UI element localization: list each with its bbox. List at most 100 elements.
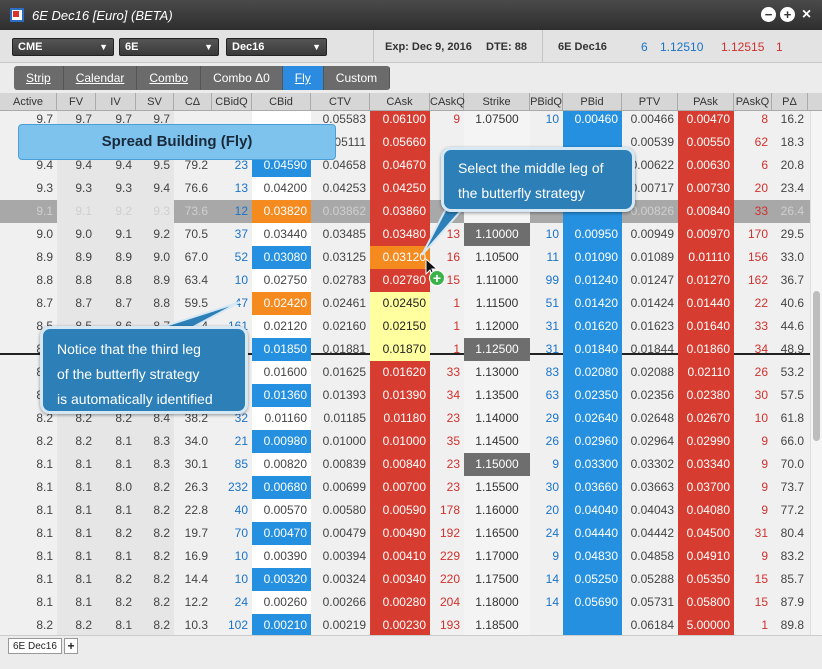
cell-pbidq[interactable]: 63 <box>530 384 563 407</box>
cell-pask[interactable]: 0.05800 <box>678 591 734 614</box>
cell-pbidq[interactable]: 31 <box>530 315 563 338</box>
cell-paskq[interactable]: 9 <box>734 499 772 522</box>
table-row[interactable]: 8.1 8.1 8.2 8.2 19.7 70 0.00470 0.00479 0.00490 1… <box>0 522 822 545</box>
cell-paskq[interactable]: 33 <box>734 200 772 223</box>
table-row[interactable]: 8.1 8.1 8.2 8.2 12.2 24 0.00260 0.00266 0.00280 2… <box>0 591 822 614</box>
cell-pbid[interactable]: 0.03660 <box>563 476 622 499</box>
cell-pbid[interactable] <box>563 614 622 635</box>
cell-pask[interactable]: 0.02990 <box>678 430 734 453</box>
column-header-strike[interactable]: Strike <box>464 93 530 111</box>
tab-combo[interactable]: Combo <box>137 66 202 90</box>
cell-cbid[interactable]: 0.00320 <box>252 568 311 591</box>
column-header-pbid[interactable]: PBid <box>563 93 622 111</box>
cell-caskq[interactable]: 35 <box>430 430 464 453</box>
cell-paskq[interactable]: 8 <box>734 111 772 131</box>
cell-paskq[interactable]: 62 <box>734 131 772 154</box>
add-sheet-button[interactable]: + <box>64 638 78 654</box>
tab-combo-delta-zero[interactable]: Combo Δ0 <box>201 66 283 90</box>
scrollbar-thumb[interactable] <box>813 291 820 441</box>
vertical-scrollbar[interactable] <box>810 111 822 635</box>
cell-paskq[interactable]: 20 <box>734 177 772 200</box>
cell-pask[interactable]: 0.01110 <box>678 246 734 269</box>
cell-pask[interactable]: 0.05350 <box>678 568 734 591</box>
cell-pbid[interactable]: 0.04440 <box>563 522 622 545</box>
cell-paskq[interactable]: 156 <box>734 246 772 269</box>
cell-cask[interactable]: 0.05660 <box>370 131 430 154</box>
cell-paskq[interactable]: 6 <box>734 154 772 177</box>
column-header-ptv[interactable]: PTV <box>622 93 678 111</box>
tab-custom[interactable]: Custom <box>324 66 391 90</box>
cell-pbid[interactable]: 0.03300 <box>563 453 622 476</box>
cell-pbid[interactable]: 0.02960 <box>563 430 622 453</box>
cell-pask[interactable]: 0.04910 <box>678 545 734 568</box>
cell-pask[interactable]: 0.02380 <box>678 384 734 407</box>
cell-pask[interactable]: 5.00000 <box>678 614 734 635</box>
cell-pask[interactable]: 0.00970 <box>678 223 734 246</box>
cell-cbid[interactable]: 0.00470 <box>252 522 311 545</box>
cell-cbid[interactable]: 0.01160 <box>252 407 311 430</box>
cell-pask[interactable]: 0.02110 <box>678 361 734 384</box>
cell-pask[interactable]: 0.03700 <box>678 476 734 499</box>
cell-pbid[interactable]: 0.01090 <box>563 246 622 269</box>
cell-cask[interactable]: 0.00590 <box>370 499 430 522</box>
cell-pbidq[interactable] <box>530 614 563 635</box>
cell-pbid[interactable]: 0.00460 <box>563 111 622 131</box>
underlying-bid-price[interactable]: 1.12510 <box>660 40 703 54</box>
column-header-cbid[interactable]: CBid <box>252 93 311 111</box>
cell-pask[interactable]: 0.01640 <box>678 315 734 338</box>
cell-pbidq[interactable]: 20 <box>530 499 563 522</box>
cell-paskq[interactable]: 9 <box>734 545 772 568</box>
cell-pask[interactable]: 0.03340 <box>678 453 734 476</box>
cell-cbid[interactable]: 0.00260 <box>252 591 311 614</box>
table-row[interactable]: 9.1 9.1 9.2 9.3 73.6 12 0.03820 0.03862 0.03860 0… <box>0 200 822 223</box>
column-header-cdelta[interactable]: CΔ <box>174 93 212 111</box>
cell-pask[interactable]: 0.04080 <box>678 499 734 522</box>
cell-cask[interactable]: 0.01390 <box>370 384 430 407</box>
cell-pask[interactable]: 0.01860 <box>678 338 734 361</box>
cell-cask[interactable]: 0.00490 <box>370 522 430 545</box>
cell-cbid[interactable]: 0.02120 <box>252 315 311 338</box>
cell-pbidq[interactable]: 14 <box>530 568 563 591</box>
cell-paskq[interactable]: 170 <box>734 223 772 246</box>
cell-paskq[interactable]: 15 <box>734 591 772 614</box>
cell-cbid[interactable]: 0.01360 <box>252 384 311 407</box>
cell-caskq[interactable]: 9 <box>430 111 464 131</box>
cell-pbidq[interactable]: 24 <box>530 522 563 545</box>
cell-cask[interactable]: 0.01180 <box>370 407 430 430</box>
column-header-pbidq[interactable]: PBidQ <box>530 93 563 111</box>
cell-paskq[interactable]: 9 <box>734 476 772 499</box>
cell-cbidq[interactable]: 10 <box>212 269 252 292</box>
cell-caskq[interactable]: 193 <box>430 614 464 635</box>
add-window-icon[interactable]: + <box>780 7 795 22</box>
cell-caskq[interactable]: 33 <box>430 361 464 384</box>
cell-pbid[interactable]: 0.02640 <box>563 407 622 430</box>
cell-pask[interactable]: 0.00550 <box>678 131 734 154</box>
cell-paskq[interactable]: 26 <box>734 361 772 384</box>
cell-paskq[interactable]: 15 <box>734 568 772 591</box>
cell-pbid[interactable]: 0.01420 <box>563 292 622 315</box>
cell-paskq[interactable]: 9 <box>734 453 772 476</box>
cell-pbidq[interactable]: 51 <box>530 292 563 315</box>
cell-cbid[interactable]: 0.03080 <box>252 246 311 269</box>
table-row[interactable]: 8.1 8.1 8.1 8.2 22.8 40 0.00570 0.00580 0.00590 1… <box>0 499 822 522</box>
cell-pbid[interactable]: 0.00950 <box>563 223 622 246</box>
cell-pbidq[interactable]: 30 <box>530 476 563 499</box>
cell-pbid[interactable]: 0.05250 <box>563 568 622 591</box>
cell-pask[interactable]: 0.01270 <box>678 269 734 292</box>
cell-cask[interactable]: 0.00280 <box>370 591 430 614</box>
cell-caskq[interactable]: 220 <box>430 568 464 591</box>
cell-cask[interactable]: 0.00410 <box>370 545 430 568</box>
cell-cbid[interactable]: 0.04200 <box>252 177 311 200</box>
sheet-tab[interactable]: 6E Dec16 <box>8 638 62 654</box>
exchange-dropdown[interactable]: CME ▼ <box>12 38 114 56</box>
cell-cbid[interactable]: 0.00680 <box>252 476 311 499</box>
cell-cbid[interactable]: 0.00390 <box>252 545 311 568</box>
cell-cbid[interactable]: 0.00980 <box>252 430 311 453</box>
cell-caskq[interactable]: 192 <box>430 522 464 545</box>
cell-pbidq[interactable]: 29 <box>530 407 563 430</box>
cell-cbid[interactable]: 0.02750 <box>252 269 311 292</box>
cell-pbid[interactable]: 0.01240 <box>563 269 622 292</box>
table-row[interactable]: 9.0 9.0 9.1 9.2 70.5 37 0.03440 0.03485 0.03480 1… <box>0 223 822 246</box>
close-icon[interactable]: × <box>799 7 814 23</box>
cell-pask[interactable]: 0.00840 <box>678 200 734 223</box>
